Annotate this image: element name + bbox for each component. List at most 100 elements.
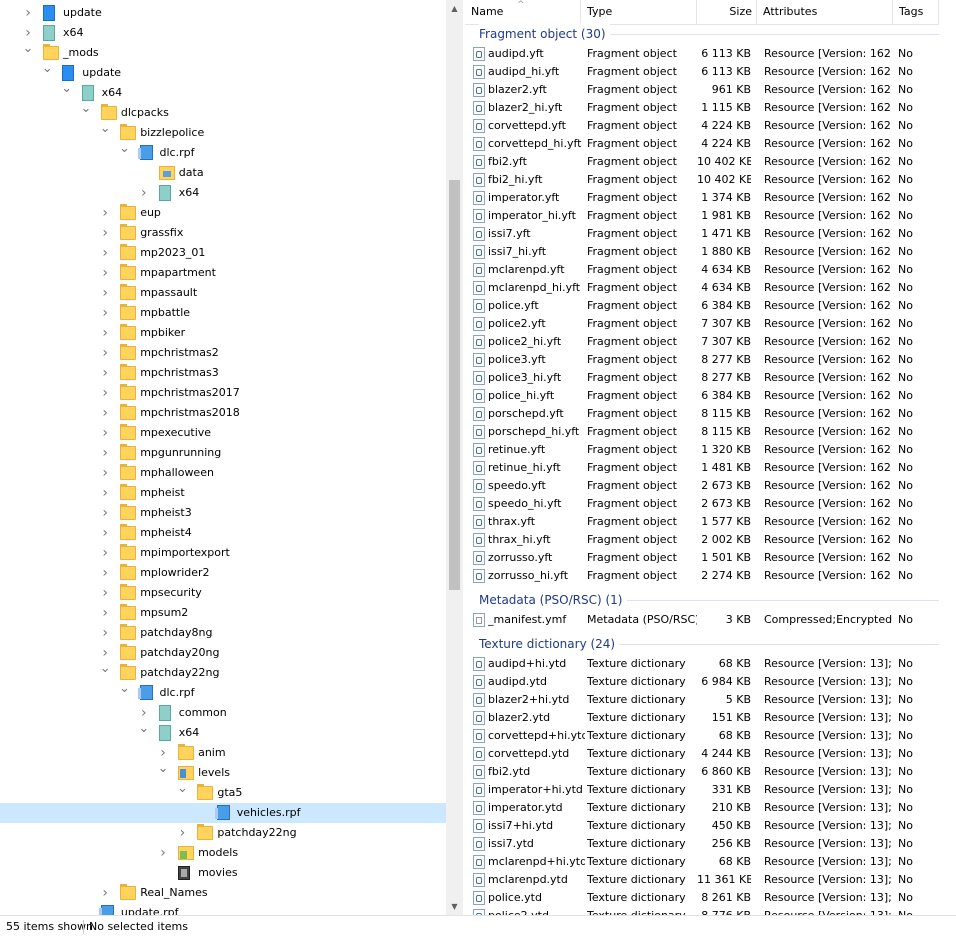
file-row[interactable]: imperator_hi.yft Fragment object 1 981 KB R… (465, 207, 956, 225)
file-row[interactable]: mclarenpd.yft Fragment object 4 634 KB Reso… (465, 261, 956, 279)
chevron-down-icon[interactable]: ⌄ (80, 102, 92, 123)
tree-item[interactable]: data (0, 163, 446, 183)
chevron-right-icon[interactable]: › (99, 203, 111, 223)
file-row[interactable]: audipd_hi.yft Fragment object 6 113 KB Reso… (465, 63, 956, 81)
tree-item[interactable]: › grassfix (0, 223, 446, 243)
file-row[interactable]: police.ytd Texture dictionary 8 261 KB Reso… (465, 889, 956, 907)
file-list[interactable]: ^ Name Type Size Attributes Tags Fragmen… (465, 0, 956, 915)
tree-item[interactable]: ⌄ dlcpacks (0, 102, 446, 123)
chevron-right-icon[interactable]: › (99, 883, 111, 903)
file-row[interactable]: police2.ytdTexture dictionary8 776 KB Res… (465, 907, 956, 915)
chevron-down-icon[interactable]: ⌄ (138, 722, 150, 743)
chevron-right-icon[interactable]: › (99, 503, 111, 523)
chevron-right-icon[interactable]: › (99, 583, 111, 603)
file-row[interactable]: issi7+hi.ytd Texture dictionary 450 KB Reso… (465, 817, 956, 835)
tree-item[interactable]: ⌄ patchday22ng (0, 662, 446, 683)
tree-item[interactable]: ⌄ x64 (0, 82, 446, 103)
tree-item[interactable]: › mpbiker (0, 323, 446, 343)
tree-item[interactable]: vehicles.rpf (0, 803, 446, 823)
tree-item[interactable]: › patchday22ng (0, 823, 446, 843)
file-row[interactable]: blazer2.yft Fragment object 961 KB Resource… (465, 81, 956, 99)
file-row[interactable]: fbi2.ytd Texture dictionary 6 860 KB Resour… (465, 763, 956, 781)
file-row[interactable]: police3_hi.yft Fragment object 8 277 KB Res… (465, 369, 956, 387)
file-row[interactable]: police2.yft Fragment object 7 307 KB Resour… (465, 315, 956, 333)
file-row[interactable]: fbi2_hi.yft Fragment object 10 402 KB Resou… (465, 171, 956, 189)
file-row[interactable]: speedo.yft Fragment object 2 673 KB Resourc… (465, 477, 956, 495)
tree-scrollbar[interactable]: ▲ ▼ (446, 0, 463, 915)
file-row[interactable]: thrax_hi.yft Fragment object 2 002 KB Resou… (465, 531, 956, 549)
tree-item[interactable]: › mpbattle (0, 303, 446, 323)
chevron-right-icon[interactable]: › (99, 423, 111, 443)
tree-item[interactable]: › mpheist4 (0, 523, 446, 543)
file-row[interactable]: mclarenpd.ytd Texture dictionary 11 361 KB… (465, 871, 956, 889)
tree-item[interactable]: › patchday20ng (0, 643, 446, 663)
file-row[interactable]: corvettepd.ytd Texture dictionary 4 244 KB… (465, 745, 956, 763)
chevron-right-icon[interactable]: › (157, 743, 169, 763)
chevron-right-icon[interactable]: › (99, 483, 111, 503)
file-row[interactable]: audipd+hi.ytd Texture dictionary 68 KB Reso… (465, 655, 956, 673)
column-header-tags[interactable]: Tags (893, 0, 939, 24)
tree-item[interactable]: ⌄ bizzlepolice (0, 122, 446, 143)
scroll-down-arrow-icon[interactable]: ▼ (446, 898, 463, 915)
file-row[interactable]: issi7_hi.yft Fragment object 1 880 KB Resou… (465, 243, 956, 261)
navigation-tree[interactable]: › update › x64 ⌄ _mods ⌄ update ⌄ x64 ⌄ dlcpacks ⌄ bi… (0, 0, 446, 915)
chevron-down-icon[interactable]: ⌄ (119, 682, 131, 703)
file-row[interactable]: retinue_hi.yft Fragment object 1 481 KB Res… (465, 459, 956, 477)
file-row[interactable]: imperator.yft Fragment object 1 374 KB Reso… (465, 189, 956, 207)
tree-item[interactable]: › x64 (0, 183, 446, 203)
file-row[interactable]: porschepd.yft Fragment object 8 115 KB Reso… (465, 405, 956, 423)
chevron-right-icon[interactable]: › (99, 243, 111, 263)
file-row[interactable]: audipd.ytd Texture dictionary 6 984 KB Reso… (465, 673, 956, 691)
file-row[interactable]: police_hi.yft Fragment object 6 384 KB Reso… (465, 387, 956, 405)
tree-scrollbar-thumb[interactable] (449, 180, 460, 590)
chevron-down-icon[interactable]: ⌄ (99, 662, 111, 683)
group-header[interactable]: Texture dictionary (24) (465, 633, 956, 655)
file-row[interactable]: blazer2+hi.ytd Texture dictionary 5 KB Reso… (465, 691, 956, 709)
tree-item[interactable]: ⌄ gta5 (0, 782, 446, 803)
chevron-right-icon[interactable]: › (99, 323, 111, 343)
chevron-right-icon[interactable]: › (99, 523, 111, 543)
tree-item[interactable]: › mp2023_01 (0, 243, 446, 263)
column-header-type[interactable]: Type (581, 0, 697, 24)
tree-item[interactable]: › mpchristmas2 (0, 343, 446, 363)
group-header[interactable]: Metadata (PSO/RSC) (1) (465, 589, 956, 611)
chevron-right-icon[interactable]: › (99, 643, 111, 663)
tree-item[interactable]: › patchday8ng (0, 623, 446, 643)
file-row[interactable]: imperator+hi.ytd Texture dictionary 331 KB… (465, 781, 956, 799)
group-header[interactable]: Fragment object (30) (465, 23, 956, 45)
chevron-right-icon[interactable]: › (99, 443, 111, 463)
tree-item[interactable]: ⌄ dlc.rpf (0, 142, 446, 163)
chevron-right-icon[interactable]: › (157, 843, 169, 863)
tree-item[interactable]: › mplowrider2 (0, 563, 446, 583)
file-row[interactable]: fbi2.yft Fragment object 10 402 KB Resource… (465, 153, 956, 171)
tree-item[interactable]: ⌄ x64 (0, 722, 446, 743)
file-row[interactable]: retinue.yft Fragment object 1 320 KB Resour… (465, 441, 956, 459)
chevron-right-icon[interactable]: › (176, 823, 188, 843)
file-row[interactable]: police3.yft Fragment object 8 277 KB Resour… (465, 351, 956, 369)
tree-item[interactable]: ⌄ levels (0, 762, 446, 783)
chevron-right-icon[interactable]: › (138, 703, 150, 723)
tree-item[interactable]: › mpassault (0, 283, 446, 303)
tree-item[interactable]: › mpsum2 (0, 603, 446, 623)
chevron-right-icon[interactable]: › (22, 23, 34, 43)
chevron-down-icon[interactable]: ⌄ (99, 122, 111, 143)
file-row[interactable]: corvettepd_hi.yft Fragment object 4 224 KB… (465, 135, 956, 153)
tree-item[interactable]: › x64 (0, 23, 446, 43)
file-row[interactable]: thrax.yft Fragment object 1 577 KB Resource… (465, 513, 956, 531)
column-header-attributes[interactable]: Attributes (757, 0, 893, 24)
chevron-right-icon[interactable]: › (99, 343, 111, 363)
chevron-down-icon[interactable]: ⌄ (119, 142, 131, 163)
tree-item[interactable]: › mpheist3 (0, 503, 446, 523)
chevron-down-icon[interactable]: ⌄ (41, 62, 53, 83)
tree-item[interactable]: › models (0, 843, 446, 863)
chevron-right-icon[interactable]: › (99, 543, 111, 563)
chevron-right-icon[interactable]: › (99, 603, 111, 623)
file-row[interactable]: porschepd_hi.yft Fragment object 8 115 KB R… (465, 423, 956, 441)
column-header-name[interactable]: ^ Name (465, 0, 581, 24)
file-row[interactable]: zorrusso_hi.yft Fragment object 2 274 KB Re… (465, 567, 956, 585)
file-row[interactable]: _manifest.ymf Metadata (PSO/RSC) 3 KB Compr… (465, 611, 956, 629)
tree-item[interactable]: › mphalloween (0, 463, 446, 483)
tree-item[interactable]: › Real_Names (0, 883, 446, 903)
chevron-down-icon[interactable]: ⌄ (157, 762, 169, 783)
chevron-right-icon[interactable]: › (99, 623, 111, 643)
